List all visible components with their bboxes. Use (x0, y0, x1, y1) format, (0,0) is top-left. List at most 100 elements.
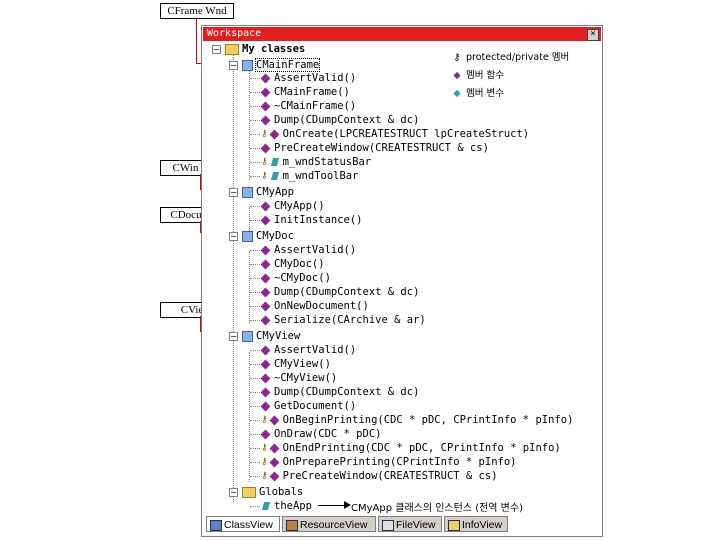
tree-item[interactable]: CMainFrame() (260, 85, 350, 99)
tree-item[interactable]: CMyDoc() (260, 257, 325, 271)
class-cmyview[interactable]: CMyView (242, 329, 300, 343)
key-icon: ⚷ (261, 129, 268, 139)
tree-branch (250, 120, 260, 121)
tree-guide (249, 68, 250, 180)
legend-variable-label: 멤버 변수 (466, 88, 504, 99)
connector-frame-v (196, 18, 197, 64)
tree-item[interactable]: Dump(CDumpContext & dc) (260, 113, 419, 127)
member-function-icon (260, 429, 271, 439)
tree-item-label: Dump(CDumpContext & dc) (274, 386, 420, 398)
annotation-arrowhead (344, 501, 351, 509)
class-icon (242, 330, 253, 342)
tree-item[interactable]: ⚷ PreCreateWindow(CREATESTRUCT & cs) (261, 469, 498, 483)
tree-item[interactable]: Dump(CDumpContext & dc) (260, 285, 420, 299)
key-icon: ⚷ (261, 171, 268, 181)
workspace-tabs: ClassView ResourceView FileView InfoView (206, 516, 600, 534)
workspace-titlebar: Workspace × (203, 27, 601, 41)
tree-item-label: CMyApp() (274, 200, 325, 212)
member-variable-icon (270, 172, 279, 180)
member-function-icon (260, 359, 271, 369)
workspace-title: Workspace (207, 28, 262, 39)
tree-item-label: Dump(CDumpContext & dc) (274, 286, 420, 298)
tab-resourceview[interactable]: ResourceView (282, 516, 376, 532)
tab-classview-label: ClassView (224, 519, 273, 531)
tree-branch (250, 320, 260, 321)
tree-item-label: OnDraw(CDC * pDC) (274, 428, 382, 440)
tab-classview[interactable]: ClassView (206, 516, 280, 532)
tree-item-label: OnBeginPrinting(CDC * pDC, CPrintInfo * … (282, 414, 574, 426)
tree-item[interactable]: ⚷ m_wndToolBar (261, 169, 358, 183)
infoview-icon (448, 520, 460, 531)
key-icon: ⚷ (261, 471, 268, 481)
tree-item[interactable]: ⚷ OnEndPrinting(CDC * pDC, CPrintInfo * p… (261, 441, 561, 455)
tree-item-theapp[interactable]: theApp (261, 499, 312, 513)
member-function-icon (260, 345, 271, 355)
expander-globals[interactable]: − (229, 488, 238, 497)
tree-root[interactable]: My classes (225, 42, 305, 56)
tree-item[interactable]: ⚷ m_wndStatusBar (261, 155, 371, 169)
tree-branch (250, 220, 260, 221)
tree-item[interactable]: AssertValid() (260, 343, 356, 357)
tree-item[interactable]: OnNewDocument() (260, 299, 369, 313)
member-function-icon (269, 471, 280, 481)
tree-guide (233, 52, 234, 502)
expander-cmainframe[interactable]: − (229, 61, 238, 70)
key-icon: ⚷ (261, 415, 268, 425)
tree-item[interactable]: ~CMainFrame() (260, 99, 356, 113)
tree-item[interactable]: ⚷ OnPreparePrinting(CPrintInfo * pInfo) (261, 455, 517, 469)
tree-branch (250, 364, 260, 365)
tree-item-label: m_wndToolBar (282, 170, 359, 182)
tree-item[interactable]: AssertValid() (260, 243, 356, 257)
tree-item[interactable]: Serialize(CArchive & ar) (260, 313, 426, 327)
tree-item[interactable]: ~CMyView() (260, 371, 337, 385)
tree-branch (250, 506, 260, 507)
tree-item[interactable]: ⚷ OnBeginPrinting(CDC * pDC, CPrintInfo *… (261, 413, 573, 427)
class-icon (242, 186, 253, 198)
folder-icon (225, 43, 239, 55)
member-function-icon (269, 129, 280, 139)
folder-globals[interactable]: Globals (242, 485, 303, 499)
tree-item[interactable]: CMyApp() (260, 199, 325, 213)
expander-root[interactable]: − (212, 45, 221, 54)
tree-item[interactable]: CMyView() (260, 357, 331, 371)
tree-item[interactable]: Dump(CDumpContext & dc) (260, 385, 420, 399)
member-function-icon (260, 245, 271, 255)
tree-item[interactable]: GetDocument() (260, 399, 356, 413)
member-function-icon (260, 101, 271, 111)
member-function-icon (260, 73, 271, 83)
tree-item-label: PreCreateWindow(CREATESTRUCT & cs) (274, 142, 489, 154)
tree-item[interactable]: OnDraw(CDC * pDC) (260, 427, 382, 441)
tree-guide (249, 251, 250, 323)
tree-item[interactable]: InitInstance() (260, 213, 363, 227)
member-function-icon (269, 457, 280, 467)
expander-cmyview[interactable]: − (229, 332, 238, 341)
tree-item[interactable]: PreCreateWindow(CREATESTRUCT & cs) (260, 141, 489, 155)
member-variable-icon (261, 502, 271, 510)
class-icon (242, 230, 253, 242)
expander-cmydoc[interactable]: − (229, 232, 238, 241)
tab-resourceview-label: ResourceView (300, 519, 368, 531)
member-function-icon (260, 373, 271, 383)
tree-item-label: OnEndPrinting(CDC * pDC, CPrintInfo * pI… (282, 442, 561, 454)
close-icon[interactable]: × (587, 29, 599, 41)
tree-branch (250, 278, 260, 279)
workspace-window: Workspace × − My classes − CMainFrame As… (201, 25, 603, 537)
tab-fileview[interactable]: FileView (378, 516, 442, 532)
member-function-icon (260, 401, 271, 411)
class-cmydoc[interactable]: CMyDoc (242, 229, 294, 243)
class-cmainframe[interactable]: CMainFrame (242, 58, 321, 72)
tree-item[interactable]: ⚷ OnCreate(LPCREATESTRUCT lpCreateStruct) (261, 127, 529, 141)
tree-branch (250, 162, 260, 163)
tree-item[interactable]: ~CMyDoc() (260, 271, 331, 285)
tree-item[interactable]: AssertValid() (260, 71, 356, 85)
expander-cmyapp[interactable]: − (229, 188, 238, 197)
member-function-icon (260, 143, 271, 153)
tab-infoview[interactable]: InfoView (444, 516, 508, 532)
class-cmyapp[interactable]: CMyApp (242, 185, 294, 199)
tree-root-label: My classes (242, 43, 306, 55)
class-tree: − My classes − CMainFrame AssertValid() … (203, 42, 601, 514)
tree-branch (250, 378, 260, 379)
tree-branch (250, 350, 260, 351)
tree-item-label: CMyDoc() (274, 258, 325, 270)
member-function-icon (260, 287, 271, 297)
